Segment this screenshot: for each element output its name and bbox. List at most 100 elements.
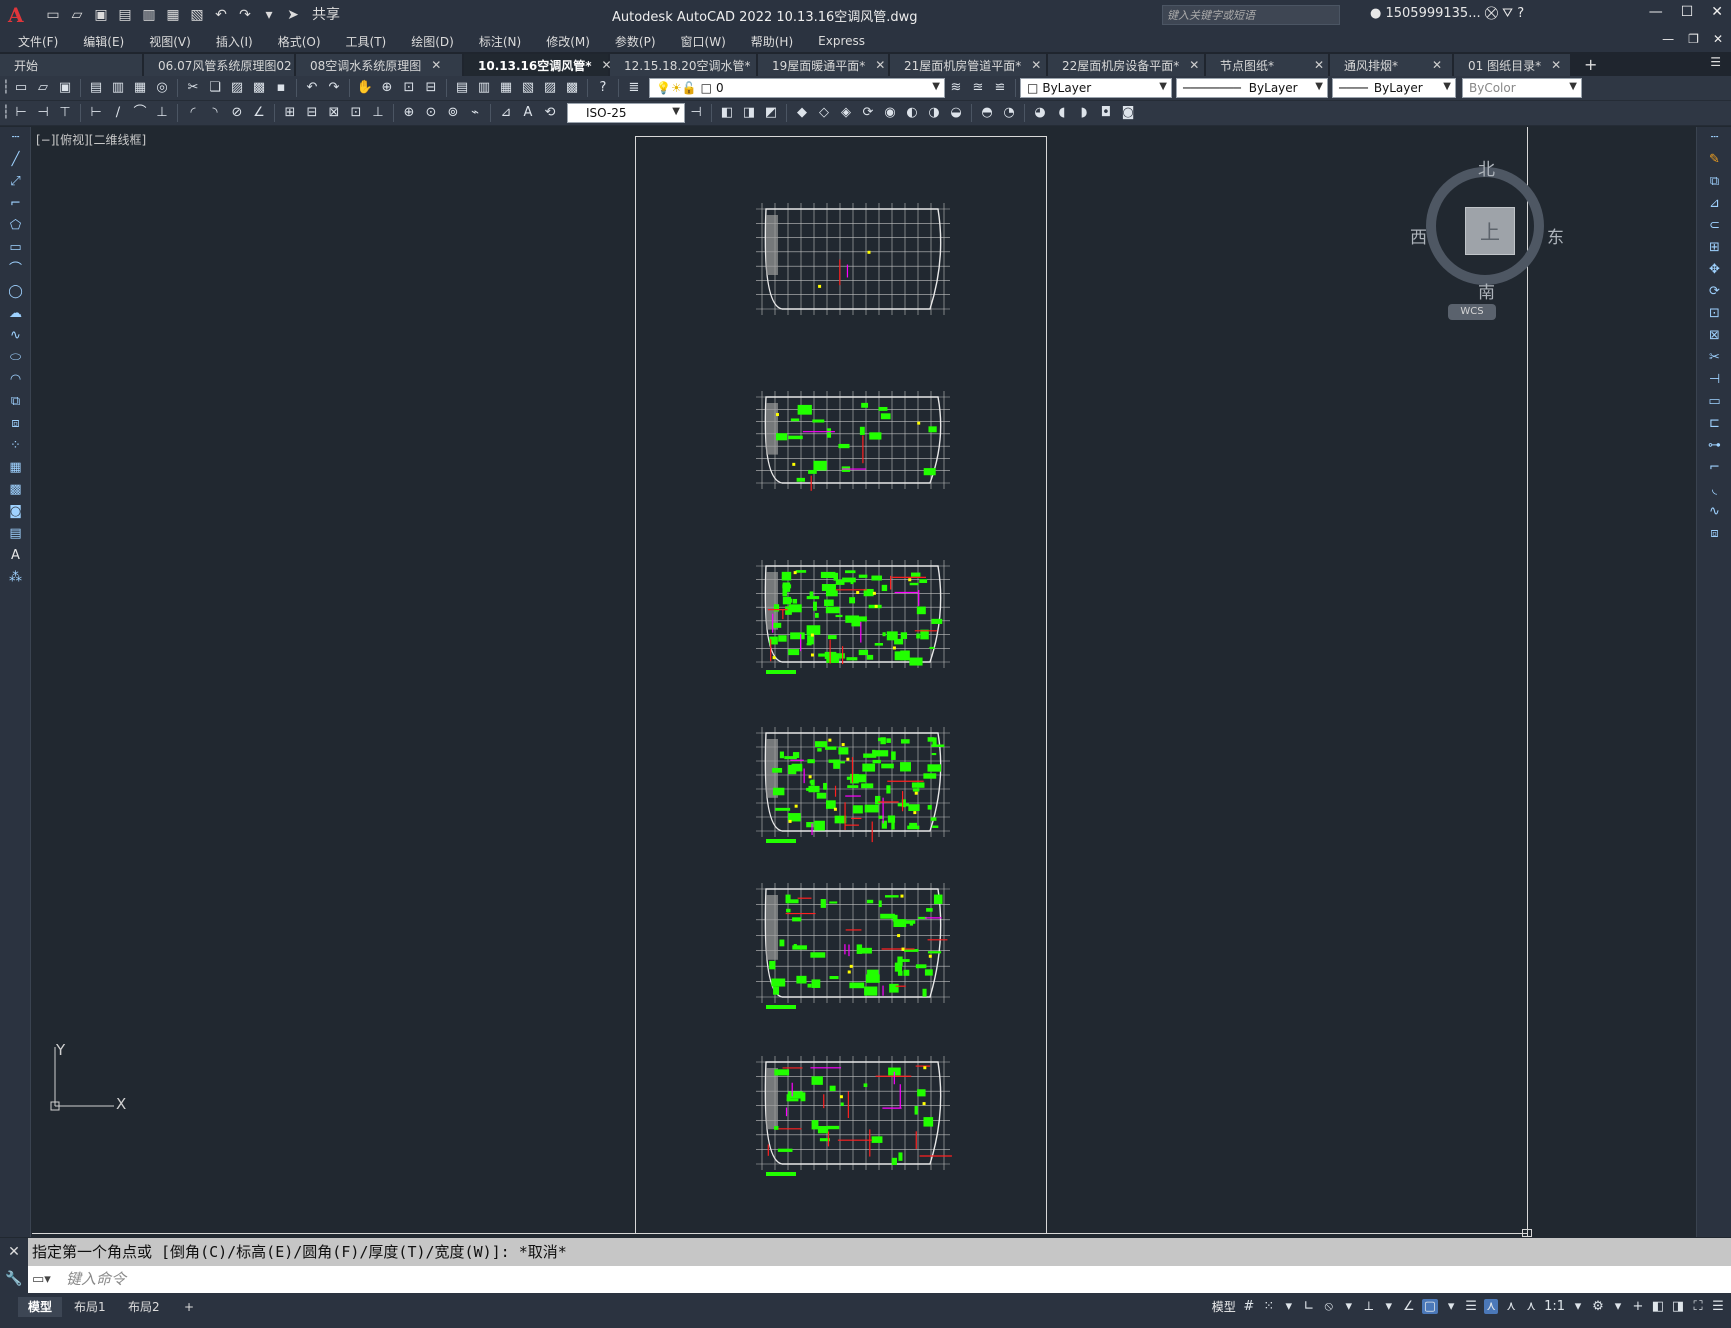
save-icon[interactable]: ▣ xyxy=(56,79,74,97)
save-as-icon[interactable]: ▤ xyxy=(116,6,134,24)
pan-icon[interactable]: ✋ xyxy=(356,79,374,97)
gradient-icon[interactable]: ▩ xyxy=(0,479,31,501)
modify-move-icon[interactable]: ◆ xyxy=(793,104,811,122)
make-current-layer-icon[interactable]: ≋ xyxy=(947,79,965,97)
user-account[interactable]: ● 1505999135... ⛒ ⛛ ? xyxy=(1370,6,1524,21)
arc-icon[interactable]: ⌒ xyxy=(0,259,31,281)
grip-icon[interactable]: ┆ xyxy=(2,79,10,97)
menu-edit[interactable]: 编辑(E) xyxy=(83,33,124,50)
layer-state-icon[interactable]: ≌ xyxy=(991,79,1009,97)
zoom-previous-icon[interactable]: ⊟ xyxy=(422,79,440,97)
tab-list-menu-icon[interactable]: ☰ xyxy=(1710,55,1721,69)
layer-previous-icon[interactable]: ≊ xyxy=(969,79,987,97)
move-icon[interactable]: ✥ xyxy=(1697,259,1731,281)
auto-scale-icon[interactable]: ⋏ xyxy=(1504,1299,1518,1314)
markup-icon[interactable]: ▨ xyxy=(541,79,559,97)
stretch-icon[interactable]: ⊠ xyxy=(1697,325,1731,347)
calculator-icon[interactable]: ▩ xyxy=(563,79,581,97)
menu-help[interactable]: 帮助(H) xyxy=(751,33,793,50)
annotation-visibility-icon[interactable]: ⋏ xyxy=(1484,1299,1499,1314)
add-layout-plus-icon[interactable]: + xyxy=(174,1297,204,1317)
menu-view[interactable]: 视图(V) xyxy=(149,33,191,50)
open-web-icon[interactable]: ▥ xyxy=(140,6,158,24)
tab-file[interactable]: 12.15.18.20空调水管*✕ xyxy=(610,54,771,76)
workspace-gear-icon[interactable]: ⚙ xyxy=(1591,1299,1605,1314)
object-snap-tracking-icon[interactable]: ∠ xyxy=(1402,1299,1416,1314)
isodraft-icon[interactable]: ⟂ xyxy=(1362,1299,1376,1314)
layout-tab-2[interactable]: 布局2 xyxy=(118,1297,170,1317)
ellipse-arc-icon[interactable]: ◠ xyxy=(0,369,31,391)
plus-icon[interactable]: + xyxy=(1631,1299,1645,1314)
tab-file[interactable]: 21屋面机房管道平面* ✕ xyxy=(890,54,1046,76)
blend-curves-icon[interactable]: ∿ xyxy=(1697,501,1731,523)
zoom-window-icon[interactable]: ⊡ xyxy=(400,79,418,97)
dim-continue-icon[interactable]: ⊠ xyxy=(325,104,343,122)
polyline-icon[interactable]: ⌐ xyxy=(0,193,31,215)
dim-style-icon[interactable]: ⊣ xyxy=(687,104,705,122)
model-space-toggle[interactable]: 模型 xyxy=(1212,1298,1236,1315)
viewcube-top-face[interactable]: 上 xyxy=(1465,207,1515,255)
make-block-icon[interactable]: ⧈ xyxy=(0,413,31,435)
menu-draw[interactable]: 绘图(D) xyxy=(411,33,454,50)
new-file-icon[interactable]: ▭ xyxy=(44,6,62,24)
grip-icon[interactable]: ┆ xyxy=(2,104,10,122)
dim-ordinate-icon[interactable]: ⊥ xyxy=(153,104,171,122)
insert-block-icon[interactable]: ◕ xyxy=(1031,104,1049,122)
layer-dropdown[interactable]: 💡☀🔓 □ 0 ▼ xyxy=(649,78,945,98)
modify-scale-icon[interactable]: ◉ xyxy=(881,104,899,122)
polygon-icon[interactable]: ⬠ xyxy=(0,215,31,237)
jogged-linear-icon[interactable]: ⌁ xyxy=(466,104,484,122)
tab-file[interactable]: 通风排烟* ✕ xyxy=(1330,54,1452,76)
floor-plan-thumbnail[interactable] xyxy=(750,552,956,680)
trim-icon[interactable]: ✂ xyxy=(1697,347,1731,369)
chevron-down-icon[interactable]: ▾ xyxy=(1342,1299,1356,1314)
tab-close-icon[interactable]: ✕ xyxy=(1189,58,1199,72)
region-icon[interactable]: ◙ xyxy=(0,501,31,523)
floor-plan-thumbnail[interactable] xyxy=(750,719,956,849)
undo-icon[interactable]: ↶ xyxy=(303,79,321,97)
tab-close-icon[interactable]: ✕ xyxy=(1551,58,1561,72)
dim-jogged-icon[interactable]: ◝ xyxy=(206,104,224,122)
copy-icon[interactable]: ❏ xyxy=(206,79,224,97)
cart-icon[interactable]: ⛒ xyxy=(1485,6,1498,21)
minimize-button[interactable]: — xyxy=(1649,4,1663,20)
spline-icon[interactable]: ∿ xyxy=(0,325,31,347)
grip-icon[interactable]: ┄ xyxy=(1697,127,1731,149)
revision-cloud-icon[interactable]: ☁ xyxy=(0,303,31,325)
modify-stretch-icon[interactable]: ◈ xyxy=(837,104,855,122)
tab-close-icon[interactable]: ✕ xyxy=(875,58,885,72)
close-button[interactable]: ✕ xyxy=(1711,4,1723,20)
mirror-icon[interactable]: ⊿ xyxy=(1697,193,1731,215)
grip-icon[interactable]: ┄ xyxy=(0,127,31,149)
menu-window[interactable]: 窗口(W) xyxy=(681,33,726,50)
drawing-area[interactable]: [−][俯视][二维线框] 上 北 南 西 东 WCS Y X xyxy=(32,127,1695,1237)
dim-break-icon[interactable]: ⊥ xyxy=(369,104,387,122)
add-selected-icon[interactable]: ⁂ xyxy=(0,567,31,589)
dimstyle-dropdown[interactable]: ISO-25 ▼ xyxy=(567,103,685,123)
menu-file[interactable]: 文件(F) xyxy=(18,33,58,50)
dim-linear-icon[interactable]: ⊢ xyxy=(87,104,105,122)
modify-mirror-icon[interactable]: ◐ xyxy=(903,104,921,122)
line-icon[interactable]: ╱ xyxy=(0,149,31,171)
dim-update-icon[interactable]: ⟲ xyxy=(541,104,559,122)
command-line[interactable]: 🔧 ▭▾ 键入命令 xyxy=(0,1266,1731,1293)
undo-icon[interactable]: ↶ xyxy=(212,6,230,24)
floor-plan-thumbnail[interactable] xyxy=(750,383,956,501)
new-icon[interactable]: ▭ xyxy=(12,79,30,97)
customize-icon[interactable]: 🔧 xyxy=(0,1266,28,1293)
modify-array-icon[interactable]: ◒ xyxy=(947,104,965,122)
rotate-icon[interactable]: ⟳ xyxy=(1697,281,1731,303)
array-icon[interactable]: ⊞ xyxy=(1697,237,1731,259)
menu-express[interactable]: Express xyxy=(818,34,865,48)
open-file-icon[interactable]: ▱ xyxy=(68,6,86,24)
cut-icon[interactable]: ✂ xyxy=(184,79,202,97)
tab-file[interactable]: 08空调水系统原理图 ✕ xyxy=(296,54,462,76)
solid-subtract-icon[interactable]: ◔ xyxy=(1000,104,1018,122)
customize-qat-icon[interactable]: ▾ xyxy=(260,6,278,24)
erase-icon[interactable]: ✎ xyxy=(1697,149,1731,171)
tab-file[interactable]: 19屋面暖通平面* ✕ xyxy=(758,54,888,76)
doc-minimize-button[interactable]: — xyxy=(1662,32,1674,46)
solid-union-icon[interactable]: ◓ xyxy=(978,104,996,122)
draw-order-above-icon[interactable]: ◩ xyxy=(762,104,780,122)
design-center-icon[interactable]: ▥ xyxy=(475,79,493,97)
